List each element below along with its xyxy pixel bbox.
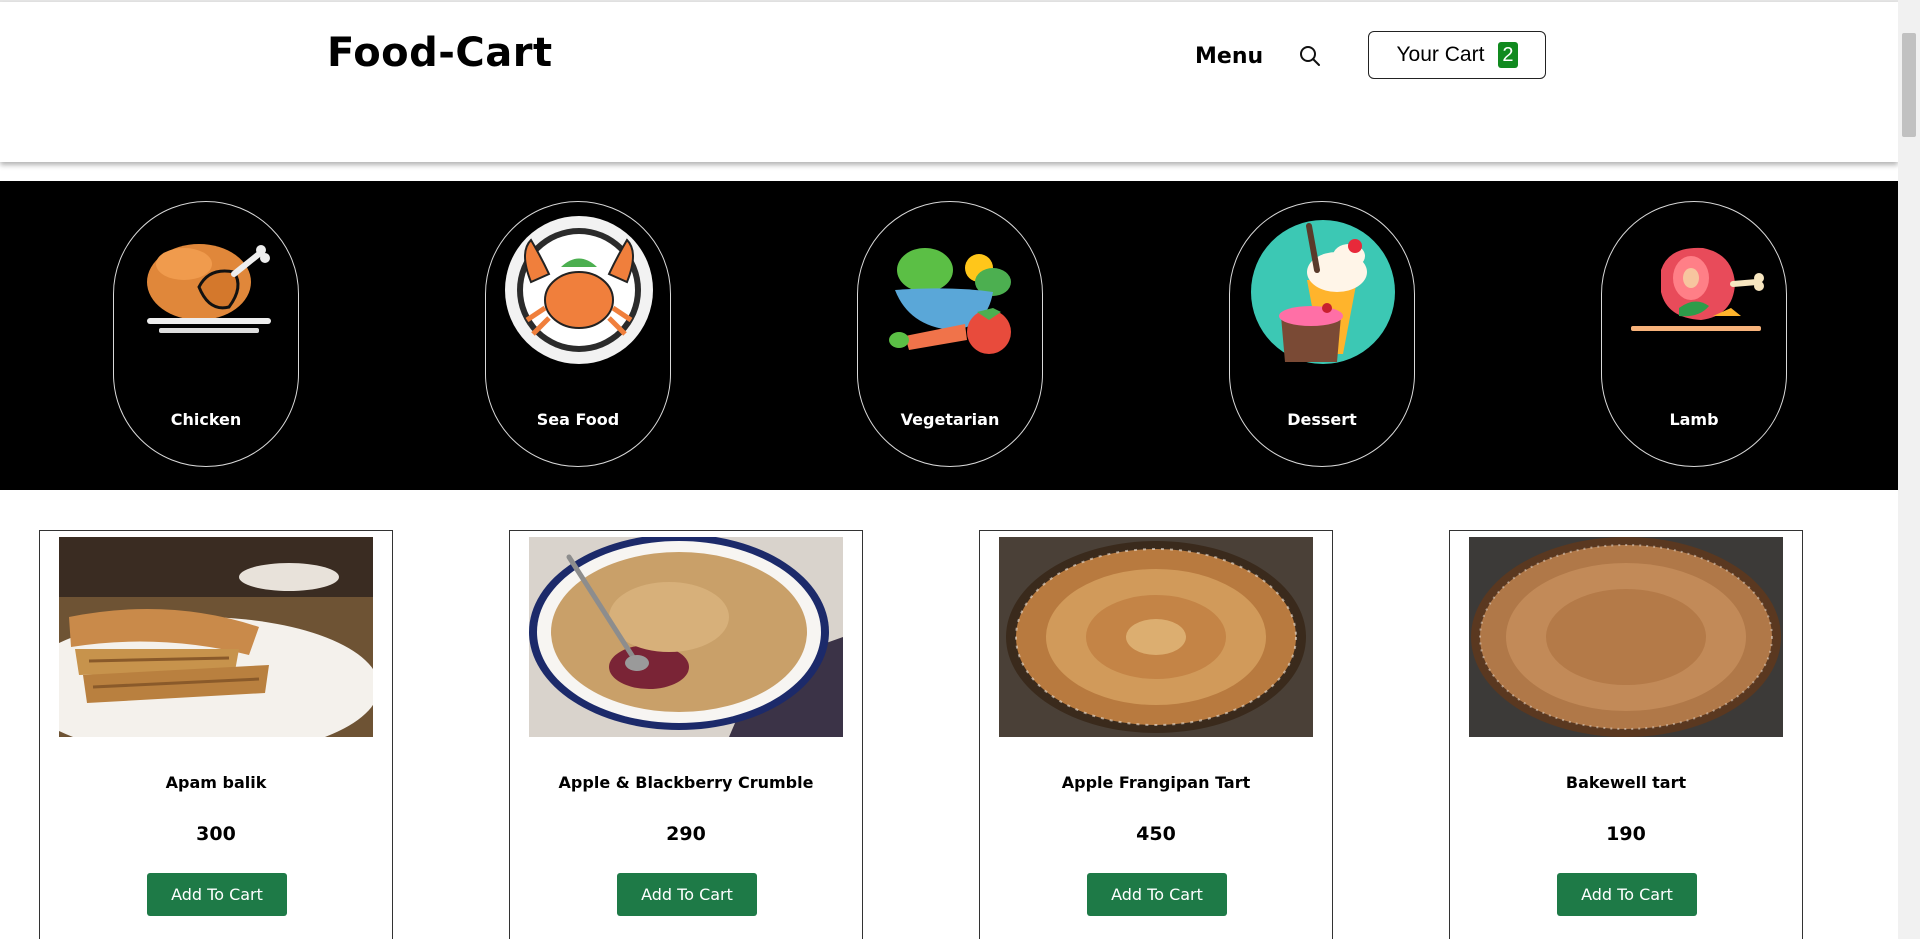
- category-label: Dessert: [1287, 410, 1357, 429]
- brand-logo[interactable]: Food-Cart: [327, 30, 553, 76]
- category-band: Chicken Sea Food Vegetarian Dessert Lamb: [0, 181, 1898, 490]
- cart-label: Your Cart: [1396, 43, 1485, 66]
- add-to-cart-button[interactable]: Add To Cart: [1087, 873, 1227, 916]
- category-label: Chicken: [170, 410, 242, 429]
- crab-plate-icon: [505, 216, 653, 364]
- category-vegetarian[interactable]: Vegetarian: [857, 201, 1043, 467]
- category-label: Vegetarian: [900, 410, 1000, 429]
- category-lamb[interactable]: Lamb: [1601, 201, 1787, 467]
- product-price: 190: [1606, 823, 1646, 845]
- product-image-apam-balik: [59, 537, 373, 737]
- vegetables-icon: [889, 248, 1011, 354]
- your-cart-button[interactable]: Your Cart 2: [1368, 31, 1546, 79]
- category-label: Lamb: [1669, 410, 1719, 429]
- product-image-frangipan-tart: [999, 537, 1313, 737]
- product-card: Bakewell tart 190 Add To Cart: [1449, 530, 1803, 939]
- product-card: Apple & Blackberry Crumble 290 Add To Ca…: [509, 530, 863, 939]
- vertical-scrollbar[interactable]: [1898, 0, 1920, 939]
- product-name: Apple & Blackberry Crumble: [558, 773, 814, 792]
- product-card: Apple Frangipan Tart 450 Add To Cart: [979, 530, 1333, 939]
- category-chicken[interactable]: Chicken: [113, 201, 299, 467]
- category-sea-food[interactable]: Sea Food: [485, 201, 671, 467]
- lamb-roast-icon: [1631, 247, 1764, 331]
- product-image-crumble: [529, 537, 843, 737]
- add-to-cart-button[interactable]: Add To Cart: [617, 873, 757, 916]
- product-name: Apple Frangipan Tart: [1061, 773, 1251, 792]
- product-card: Apam balik 300 Add To Cart: [39, 530, 393, 939]
- product-price: 300: [196, 823, 236, 845]
- product-image-bakewell-tart: [1469, 537, 1783, 737]
- cart-count-badge: 2: [1498, 42, 1518, 68]
- product-price: 450: [1136, 823, 1176, 845]
- roast-chicken-icon: [147, 244, 271, 333]
- search-icon[interactable]: [1298, 44, 1322, 68]
- add-to-cart-button[interactable]: Add To Cart: [147, 873, 287, 916]
- menu-link[interactable]: Menu: [1195, 44, 1263, 69]
- category-dessert[interactable]: Dessert: [1229, 201, 1415, 467]
- site-header: Food-Cart Menu Your Cart 2: [0, 2, 1898, 162]
- category-label: Sea Food: [536, 410, 620, 429]
- page: Food-Cart Menu Your Cart 2 Chicken Sea F…: [0, 0, 1898, 939]
- add-to-cart-button[interactable]: Add To Cart: [1557, 873, 1697, 916]
- product-name: Apam balik: [165, 773, 267, 792]
- product-name: Bakewell tart: [1565, 773, 1687, 792]
- dessert-icon: [1251, 220, 1395, 364]
- scrollbar-thumb[interactable]: [1902, 33, 1916, 137]
- product-price: 290: [666, 823, 706, 845]
